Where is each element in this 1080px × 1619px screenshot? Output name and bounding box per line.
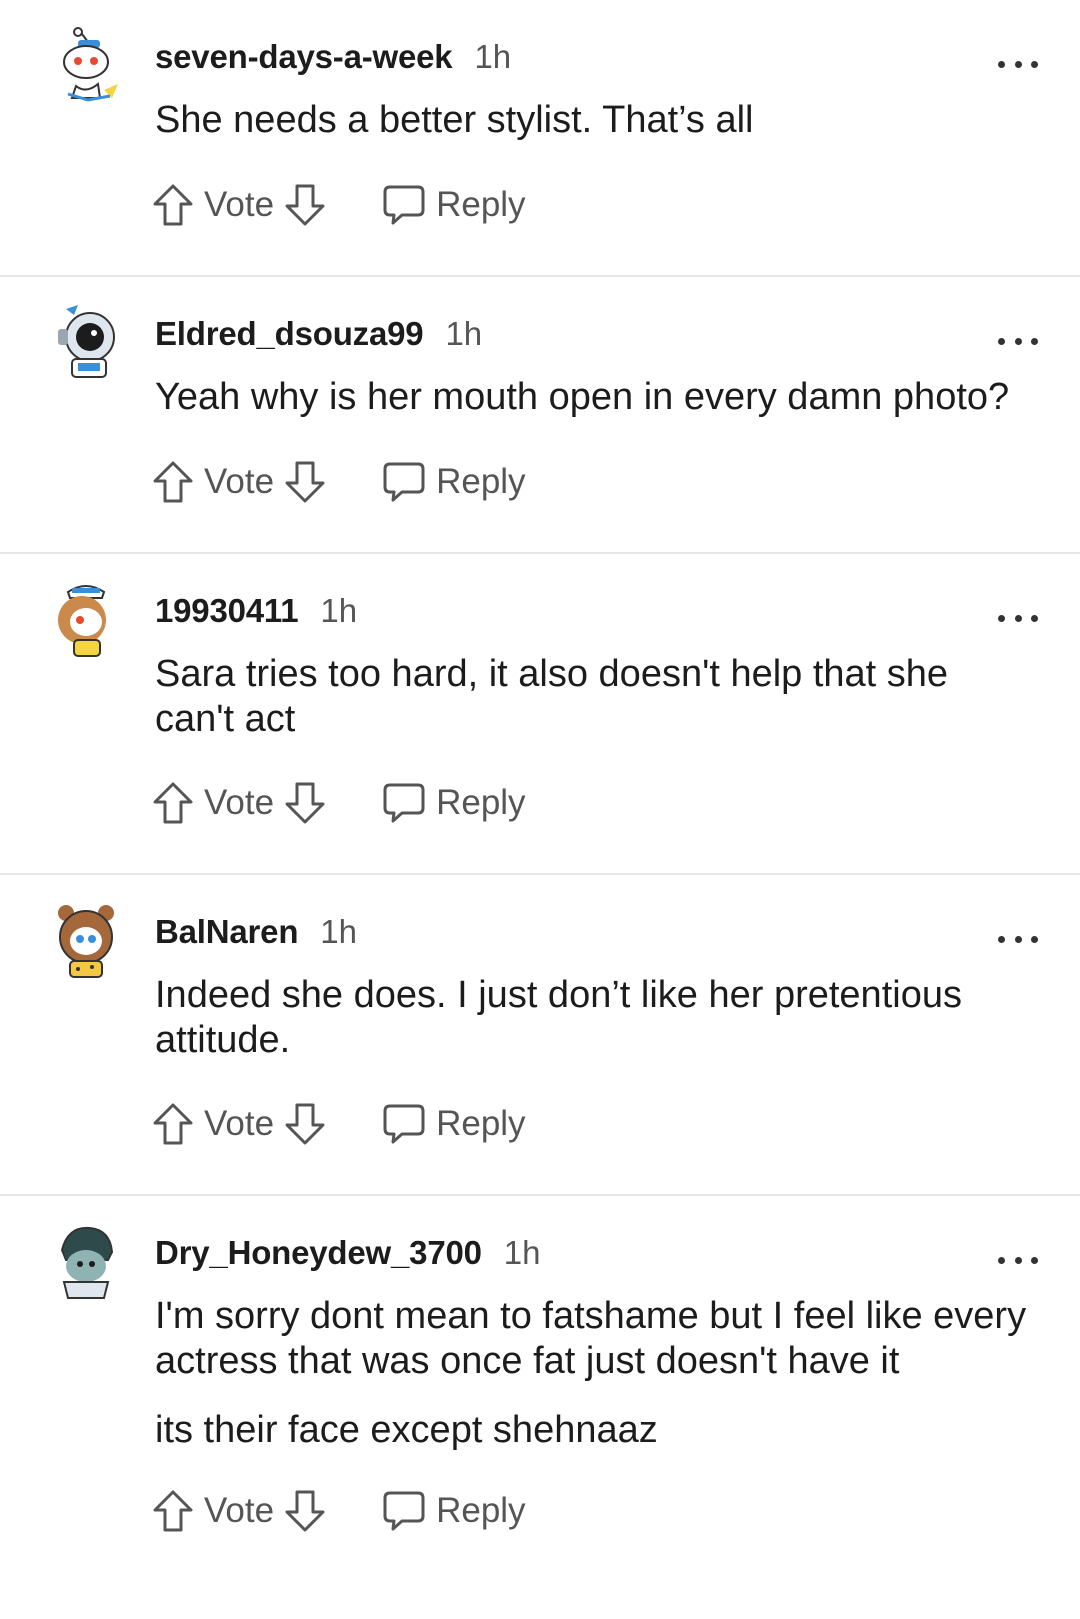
comment-body: Indeed she does. I just don’t like her p… [155,973,1030,1063]
reply-label: Reply [436,1491,526,1530]
vote-control: Vote [152,1489,326,1533]
comment-actions: Vote Reply [152,1099,526,1149]
bear-hood-snoo-avatar-icon[interactable] [48,899,124,979]
comment-text: Sara tries too hard, it also doesn't hel… [155,653,949,740]
comment-actions: Vote Reply [152,180,526,230]
username[interactable]: Eldred_dsouza99 [155,315,424,353]
upvote-icon[interactable] [152,183,194,227]
comment-bubble-icon [382,782,426,824]
vote-control: Vote [152,183,326,227]
reply-button[interactable]: Reply [382,1103,526,1145]
vote-label: Vote [204,783,275,822]
comment-bubble-icon [382,1103,426,1145]
comment-actions: Vote Reply [152,778,526,828]
more-options-icon[interactable] [998,606,1038,630]
comment-body: Sara tries too hard, it also doesn't hel… [155,652,1030,742]
comment: seven-days-a-week 1h She needs a better … [0,0,1080,277]
comment-bubble-icon [382,461,426,503]
comment: Eldred_dsouza99 1h Yeah why is her mouth… [0,277,1080,554]
hooded-snoo-avatar-icon[interactable] [48,1220,124,1300]
reply-label: Reply [436,783,526,822]
sailor-snoo-avatar-icon[interactable] [48,578,124,658]
timestamp: 1h [474,38,512,75]
more-options-icon[interactable] [998,1248,1038,1272]
vote-label: Vote [204,1491,275,1530]
upvote-icon[interactable] [152,1489,194,1533]
timestamp: 1h [445,315,483,352]
timestamp: 1h [320,592,358,629]
comment-text: I'm sorry dont mean to fatshame but I fe… [155,1295,1027,1382]
comment-bubble-icon [382,1490,426,1532]
vote-label: Vote [204,1104,275,1143]
comment-bubble-icon [382,184,426,226]
vote-label: Vote [204,462,275,501]
comment-meta: BalNaren 1h [155,913,357,951]
username[interactable]: Dry_Honeydew_3700 [155,1234,482,1272]
robot-snoo-avatar-icon[interactable] [48,24,124,104]
downvote-icon[interactable] [284,183,326,227]
reply-label: Reply [436,185,526,224]
vote-control: Vote [152,1102,326,1146]
username[interactable]: BalNaren [155,913,298,951]
downvote-icon[interactable] [284,1102,326,1146]
vote-control: Vote [152,781,326,825]
comment-meta: 19930411 1h [155,592,357,630]
astronaut-snoo-avatar-icon[interactable] [48,301,124,381]
comment: BalNaren 1h Indeed she does. I just don’… [0,875,1080,1196]
comment-body: She needs a better stylist. That’s all [155,98,1030,143]
upvote-icon[interactable] [152,781,194,825]
comment-meta: Eldred_dsouza99 1h [155,315,482,353]
upvote-icon[interactable] [152,1102,194,1146]
comment-text: She needs a better stylist. That’s all [155,99,754,141]
reply-label: Reply [436,1104,526,1143]
username[interactable]: 19930411 [155,592,299,630]
comment-text: its their face except shehnaaz [155,1409,658,1451]
upvote-icon[interactable] [152,460,194,504]
downvote-icon[interactable] [284,460,326,504]
timestamp: 1h [503,1234,541,1271]
downvote-icon[interactable] [284,781,326,825]
comment-text: Indeed she does. I just don’t like her p… [155,974,962,1061]
vote-label: Vote [204,185,275,224]
comment-meta: Dry_Honeydew_3700 1h [155,1234,541,1272]
more-options-icon[interactable] [998,52,1038,76]
comment-text: Yeah why is her mouth open in every damn… [155,376,1010,418]
comment: Dry_Honeydew_3700 1h I'm sorry dont mean… [0,1196,1080,1619]
comment-actions: Vote Reply [152,457,526,507]
reply-button[interactable]: Reply [382,1490,526,1532]
timestamp: 1h [320,913,358,950]
reply-button[interactable]: Reply [382,461,526,503]
vote-control: Vote [152,460,326,504]
comment-actions: Vote Reply [152,1486,526,1536]
comment-body: I'm sorry dont mean to fatshame but I fe… [155,1294,1030,1453]
reply-button[interactable]: Reply [382,782,526,824]
comment-body: Yeah why is her mouth open in every damn… [155,375,1030,420]
more-options-icon[interactable] [998,329,1038,353]
comment-meta: seven-days-a-week 1h [155,38,511,76]
downvote-icon[interactable] [284,1489,326,1533]
username[interactable]: seven-days-a-week [155,38,453,76]
reply-button[interactable]: Reply [382,184,526,226]
comment: 19930411 1h Sara tries too hard, it also… [0,554,1080,875]
more-options-icon[interactable] [998,927,1038,951]
reply-label: Reply [436,462,526,501]
